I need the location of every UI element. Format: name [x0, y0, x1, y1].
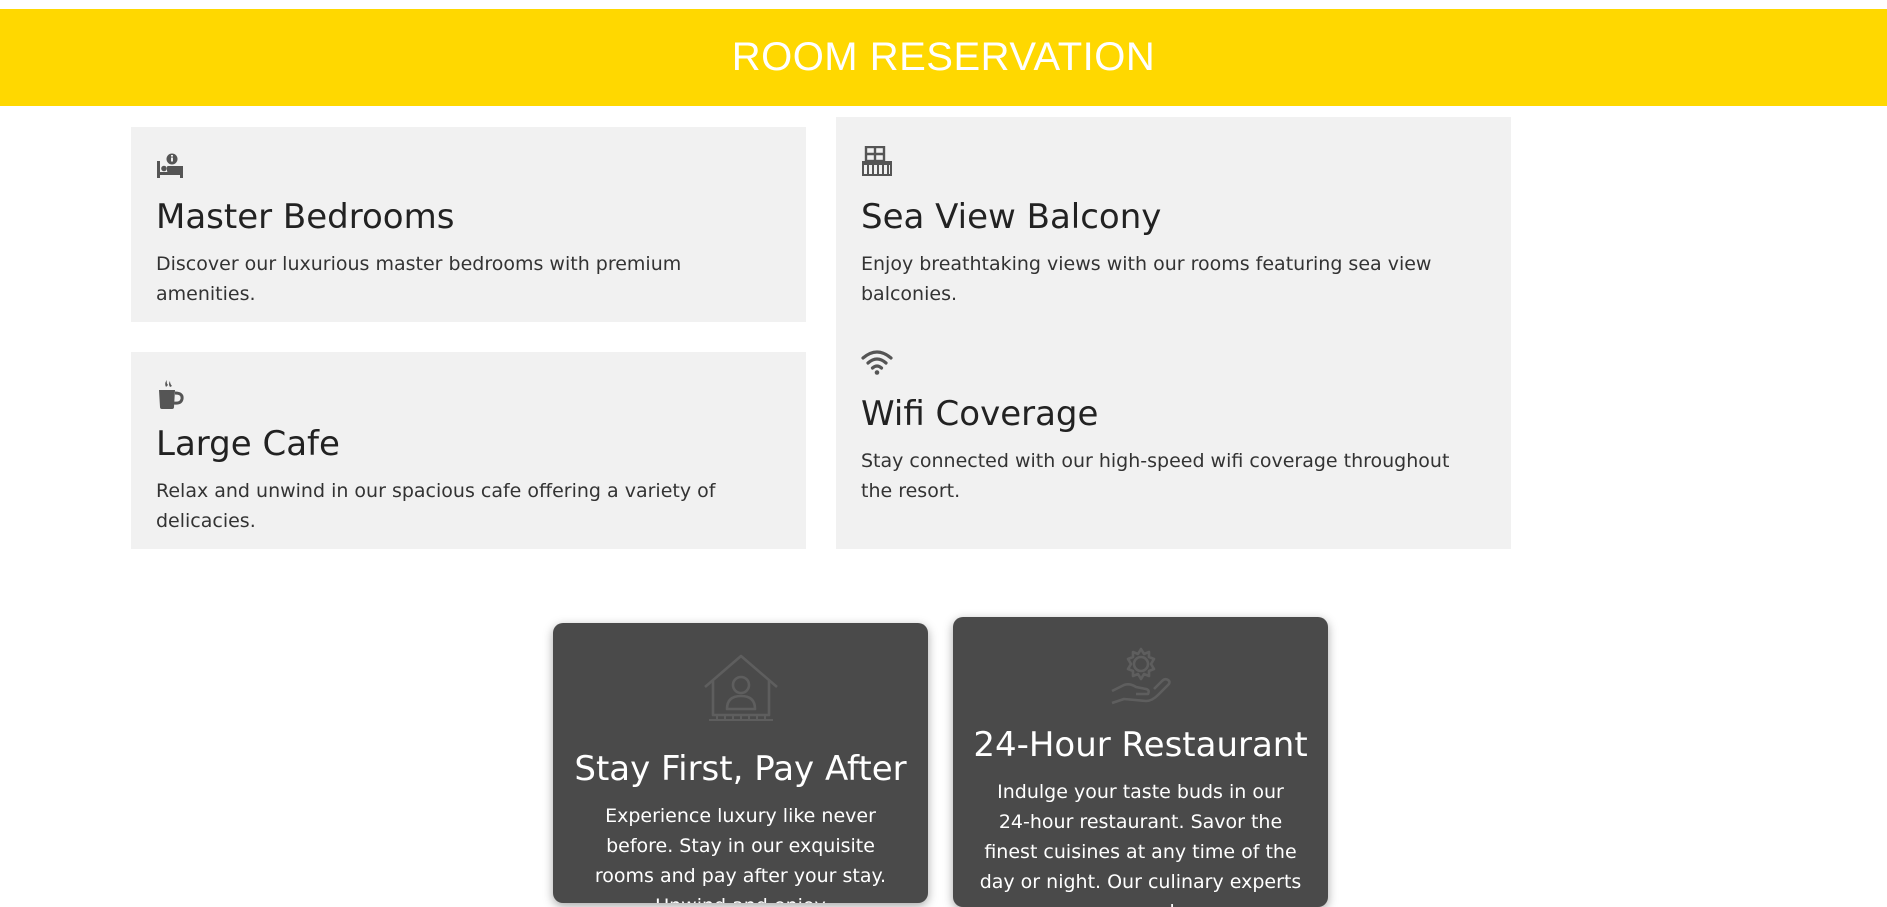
wifi-icon — [861, 349, 893, 379]
highlight-description: Experience luxury like never before. Sta… — [594, 805, 887, 903]
highlight-description: Indulge your taste buds in our 24-hour r… — [979, 781, 1302, 907]
highlight-title: Stay First, Pay After — [574, 749, 907, 789]
feature-title: Large Cafe — [156, 424, 340, 464]
balcony-icon — [861, 145, 893, 180]
feature-card-master-bedrooms: Master Bedrooms Discover our luxurious m… — [131, 127, 806, 322]
page-banner: ROOM RESERVATION — [0, 9, 1887, 106]
page-title: ROOM RESERVATION — [731, 35, 1156, 79]
feature-description: Stay connected with our high-speed wifi … — [861, 450, 1450, 502]
feature-title: Master Bedrooms — [156, 197, 455, 237]
feature-description: Relax and unwind in our spacious cafe of… — [156, 480, 716, 532]
feature-title: Wifi Coverage — [861, 394, 1099, 434]
coffee-icon — [156, 378, 184, 414]
feature-title: Sea View Balcony — [861, 197, 1162, 237]
highlight-card-stay-first: Stay First, Pay After Experience luxury … — [553, 623, 928, 903]
feature-description: Enjoy breathtaking views with our rooms … — [861, 253, 1432, 305]
highlight-card-24-hour-restaurant: 24-Hour Restaurant Indulge your taste bu… — [953, 617, 1328, 907]
feature-card-wifi-coverage: Wifi Coverage Stay connected with our hi… — [836, 380, 1511, 540]
feature-description: Discover our luxurious master bedrooms w… — [156, 253, 682, 305]
bed-icon — [156, 153, 184, 183]
hand-gear-icon — [1110, 645, 1172, 711]
home-person-icon — [703, 653, 779, 725]
feature-card-large-cafe: Large Cafe Relax and unwind in our spaci… — [131, 352, 806, 549]
highlight-title: 24-Hour Restaurant — [973, 725, 1308, 765]
